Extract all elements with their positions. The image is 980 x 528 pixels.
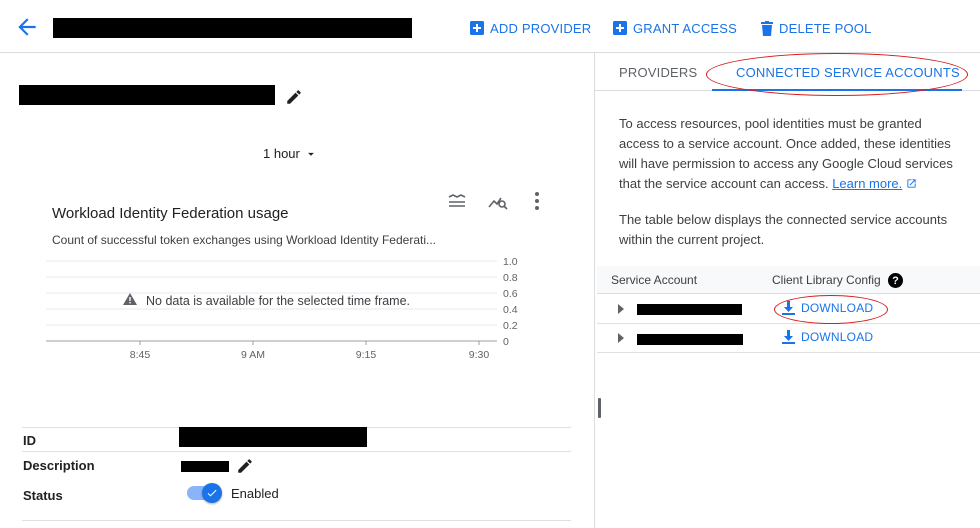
y-tick-label: 0.2 xyxy=(503,320,518,332)
learn-more-link[interactable]: Learn more. xyxy=(832,176,902,191)
status-label: Status xyxy=(23,488,63,503)
col-service-account: Service Account xyxy=(611,273,698,287)
add-box-icon xyxy=(470,21,484,35)
y-tick-label: 0.8 xyxy=(503,272,518,284)
download-label: DOWNLOAD xyxy=(801,301,874,315)
no-data-message: No data is available for the selected ti… xyxy=(123,293,410,308)
download-icon xyxy=(782,301,795,315)
service-account-redacted xyxy=(637,334,743,345)
info-paragraph: To access resources, pool identities mus… xyxy=(619,114,964,194)
service-account-redacted xyxy=(637,304,742,315)
description-label: Description xyxy=(23,458,95,473)
detail-row-description: Description xyxy=(22,451,571,479)
table-row: DOWNLOAD xyxy=(597,295,980,324)
tab-connected-label: CONNECTED SERVICE ACCOUNTS xyxy=(736,64,960,80)
resize-handle[interactable] xyxy=(598,398,601,418)
chart-subtitle: Count of successful token exchanges usin… xyxy=(52,233,436,247)
status-toggle[interactable] xyxy=(187,483,223,503)
top-bar: ADD PROVIDER GRANT ACCESS DELETE POOL xyxy=(0,0,980,53)
x-tick-label: 8:45 xyxy=(130,349,151,361)
active-tab-indicator xyxy=(712,89,962,91)
id-value-redacted xyxy=(179,427,367,447)
grant-access-button[interactable]: GRANT ACCESS xyxy=(613,18,737,38)
add-provider-button[interactable]: ADD PROVIDER xyxy=(470,18,591,38)
trash-icon xyxy=(761,20,773,36)
status-value: Enabled xyxy=(231,486,279,501)
id-label: ID xyxy=(23,433,36,448)
usage-chart: 1.0 0.8 0.6 0.4 0.2 0 8:45 9 AM 9:15 9:30 No dat… xyxy=(46,256,518,361)
download-config-button[interactable]: DOWNLOAD xyxy=(782,330,873,344)
description-value-redacted xyxy=(181,461,229,472)
table-header: Service Account Client Library Config xyxy=(597,266,980,294)
no-data-text: No data is available for the selected ti… xyxy=(146,294,410,308)
delete-pool-button[interactable]: DELETE POOL xyxy=(761,18,872,38)
y-tick-label: 1.0 xyxy=(503,256,518,268)
explore-chart-icon[interactable] xyxy=(487,190,509,212)
expand-row-icon[interactable] xyxy=(618,333,624,343)
chart-title: Workload Identity Federation usage xyxy=(52,205,289,222)
tab-providers[interactable]: PROVIDERS xyxy=(619,53,697,91)
edit-description-pencil-icon[interactable] xyxy=(236,457,254,480)
table-description: The table below displays the connected s… xyxy=(619,212,948,247)
add-provider-label: ADD PROVIDER xyxy=(490,20,592,36)
x-tick-label: 9:30 xyxy=(469,349,490,361)
download-config-button[interactable]: DOWNLOAD xyxy=(782,301,873,315)
time-range-value: 1 hour xyxy=(263,146,300,161)
tab-providers-label: PROVIDERS xyxy=(619,64,698,80)
expand-row-icon[interactable] xyxy=(618,304,624,314)
y-tick-label: 0.4 xyxy=(503,304,518,316)
external-link-icon xyxy=(907,179,916,188)
help-icon[interactable]: ? xyxy=(888,273,903,288)
table-row: DOWNLOAD xyxy=(597,324,980,353)
x-tick-label: 9 AM xyxy=(241,349,265,361)
grant-access-label: GRANT ACCESS xyxy=(633,20,738,36)
time-range-select[interactable]: 1 hour xyxy=(263,146,318,161)
edit-title-pencil-icon[interactable] xyxy=(285,88,303,111)
pool-title-redacted xyxy=(19,85,275,105)
detail-row-status: Status xyxy=(22,479,571,521)
dropdown-arrow-icon xyxy=(307,152,314,156)
pool-name-redacted xyxy=(53,18,412,38)
download-icon xyxy=(782,330,795,344)
y-tick-label: 0 xyxy=(503,336,509,348)
tab-bar: PROVIDERS CONNECTED SERVICE ACCOUNTS xyxy=(595,53,980,91)
x-tick-label: 9:15 xyxy=(356,349,377,361)
col-client-library-config: Client Library Config xyxy=(772,273,881,287)
info-text: To access resources, pool identities mus… xyxy=(619,116,953,191)
more-options-icon[interactable] xyxy=(526,190,548,212)
delete-pool-label: DELETE POOL xyxy=(779,20,872,36)
add-box-icon xyxy=(613,21,627,35)
panel-divider xyxy=(594,53,595,528)
tab-connected-service-accounts[interactable]: CONNECTED SERVICE ACCOUNTS xyxy=(736,53,960,91)
download-label: DOWNLOAD xyxy=(801,330,874,344)
legend-toggle-icon[interactable] xyxy=(446,190,468,212)
check-icon xyxy=(207,489,217,497)
y-tick-label: 0.6 xyxy=(503,288,518,300)
back-arrow-icon[interactable] xyxy=(14,14,40,40)
